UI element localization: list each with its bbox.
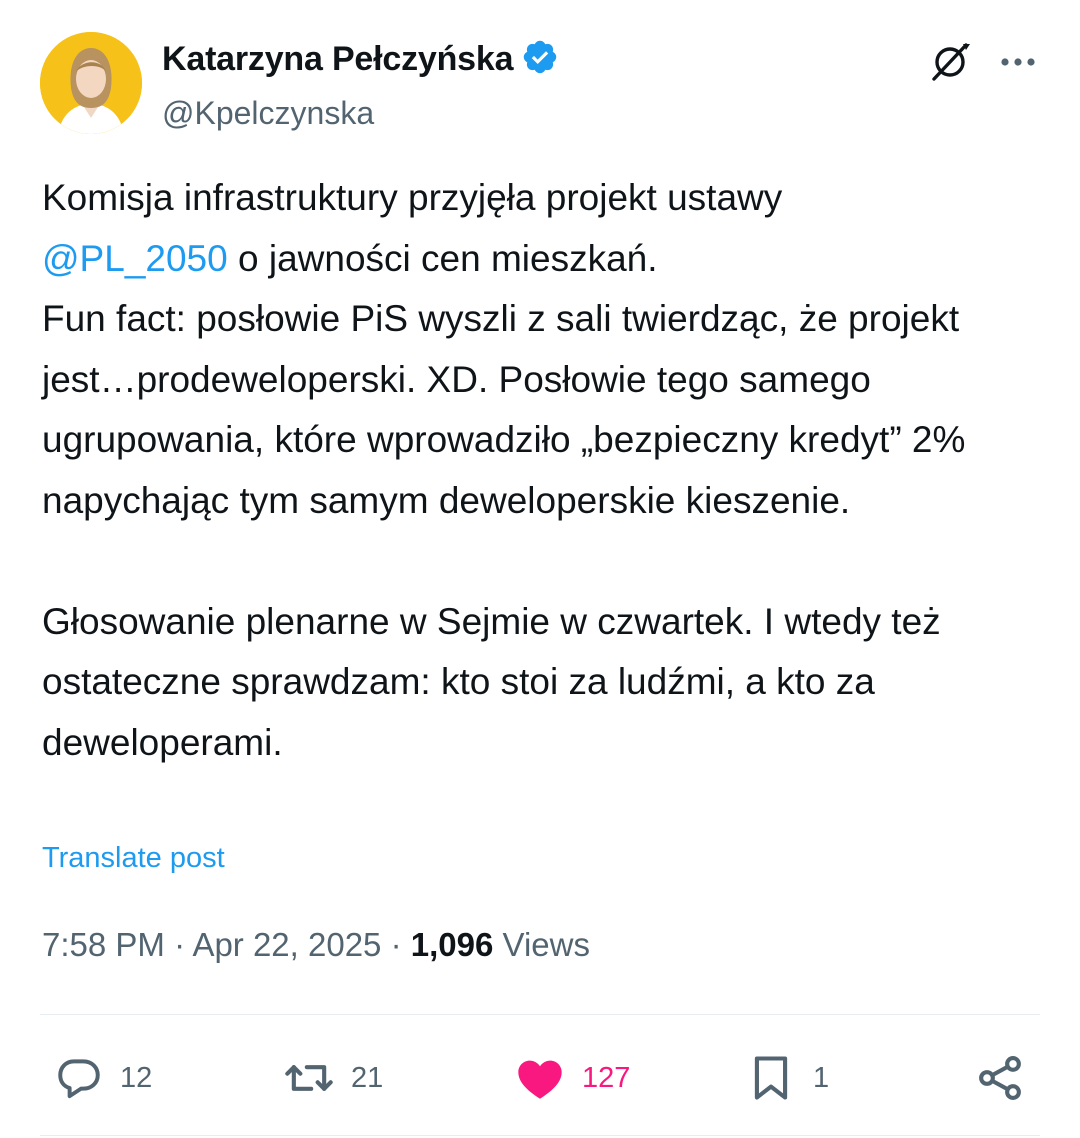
tweet-header: Katarzyna Pełczyńska @Kpelczynska bbox=[40, 32, 1040, 136]
divider bbox=[40, 1135, 1040, 1136]
repost-icon bbox=[283, 1052, 335, 1104]
grok-icon[interactable] bbox=[928, 40, 972, 84]
views-label: Views bbox=[502, 926, 590, 963]
avatar-image bbox=[40, 32, 142, 134]
tweet-line-1: Komisja infrastruktury przyjęła projekt … bbox=[42, 177, 783, 218]
tweet-meta: 7:58 PM · Apr 22, 2025 · 1,096 Views bbox=[42, 926, 590, 964]
author-handle[interactable]: @Kpelczynska bbox=[162, 95, 559, 132]
action-bar: 12 21 127 1 bbox=[0, 1046, 1080, 1110]
heart-icon bbox=[514, 1052, 566, 1104]
reply-button[interactable]: 12 bbox=[54, 1046, 152, 1110]
tweet-line-2: o jawności cen mieszkań. bbox=[227, 237, 658, 279]
repost-count: 21 bbox=[351, 1061, 384, 1094]
verified-badge-icon bbox=[521, 38, 559, 81]
translate-post-link[interactable]: Translate post bbox=[42, 842, 225, 875]
avatar[interactable] bbox=[40, 32, 142, 134]
author-name[interactable]: Katarzyna Pełczyńska bbox=[162, 40, 514, 79]
author-block: Katarzyna Pełczyńska @Kpelczynska bbox=[162, 38, 559, 132]
tweet-paragraph-2: Fun fact: posłowie PiS wyszli z sali twi… bbox=[42, 298, 966, 521]
tweet-text: Komisja infrastruktury przyjęła projekt … bbox=[42, 168, 1042, 773]
bookmark-icon bbox=[745, 1052, 797, 1104]
more-icon[interactable] bbox=[996, 40, 1040, 84]
share-button[interactable] bbox=[974, 1046, 1026, 1110]
reply-count: 12 bbox=[120, 1061, 153, 1094]
reply-icon bbox=[54, 1053, 104, 1103]
share-icon bbox=[974, 1052, 1026, 1104]
repost-button[interactable]: 21 bbox=[283, 1046, 383, 1110]
like-button[interactable]: 127 bbox=[514, 1046, 630, 1110]
bookmark-count: 1 bbox=[813, 1061, 830, 1094]
meta-separator: · bbox=[390, 926, 402, 963]
tweet-date[interactable]: Apr 22, 2025 bbox=[192, 926, 381, 963]
tweet-paragraph-3: Głosowanie plenarne w Sejmie w czwartek.… bbox=[42, 600, 941, 763]
meta-separator: · bbox=[174, 926, 186, 963]
bookmark-button[interactable]: 1 bbox=[745, 1046, 829, 1110]
like-count: 127 bbox=[582, 1061, 631, 1094]
mention-link[interactable]: @PL_2050 bbox=[42, 238, 228, 279]
divider bbox=[40, 1014, 1040, 1015]
tweet-time[interactable]: 7:58 PM bbox=[42, 926, 165, 963]
views-count: 1,096 bbox=[410, 926, 494, 963]
